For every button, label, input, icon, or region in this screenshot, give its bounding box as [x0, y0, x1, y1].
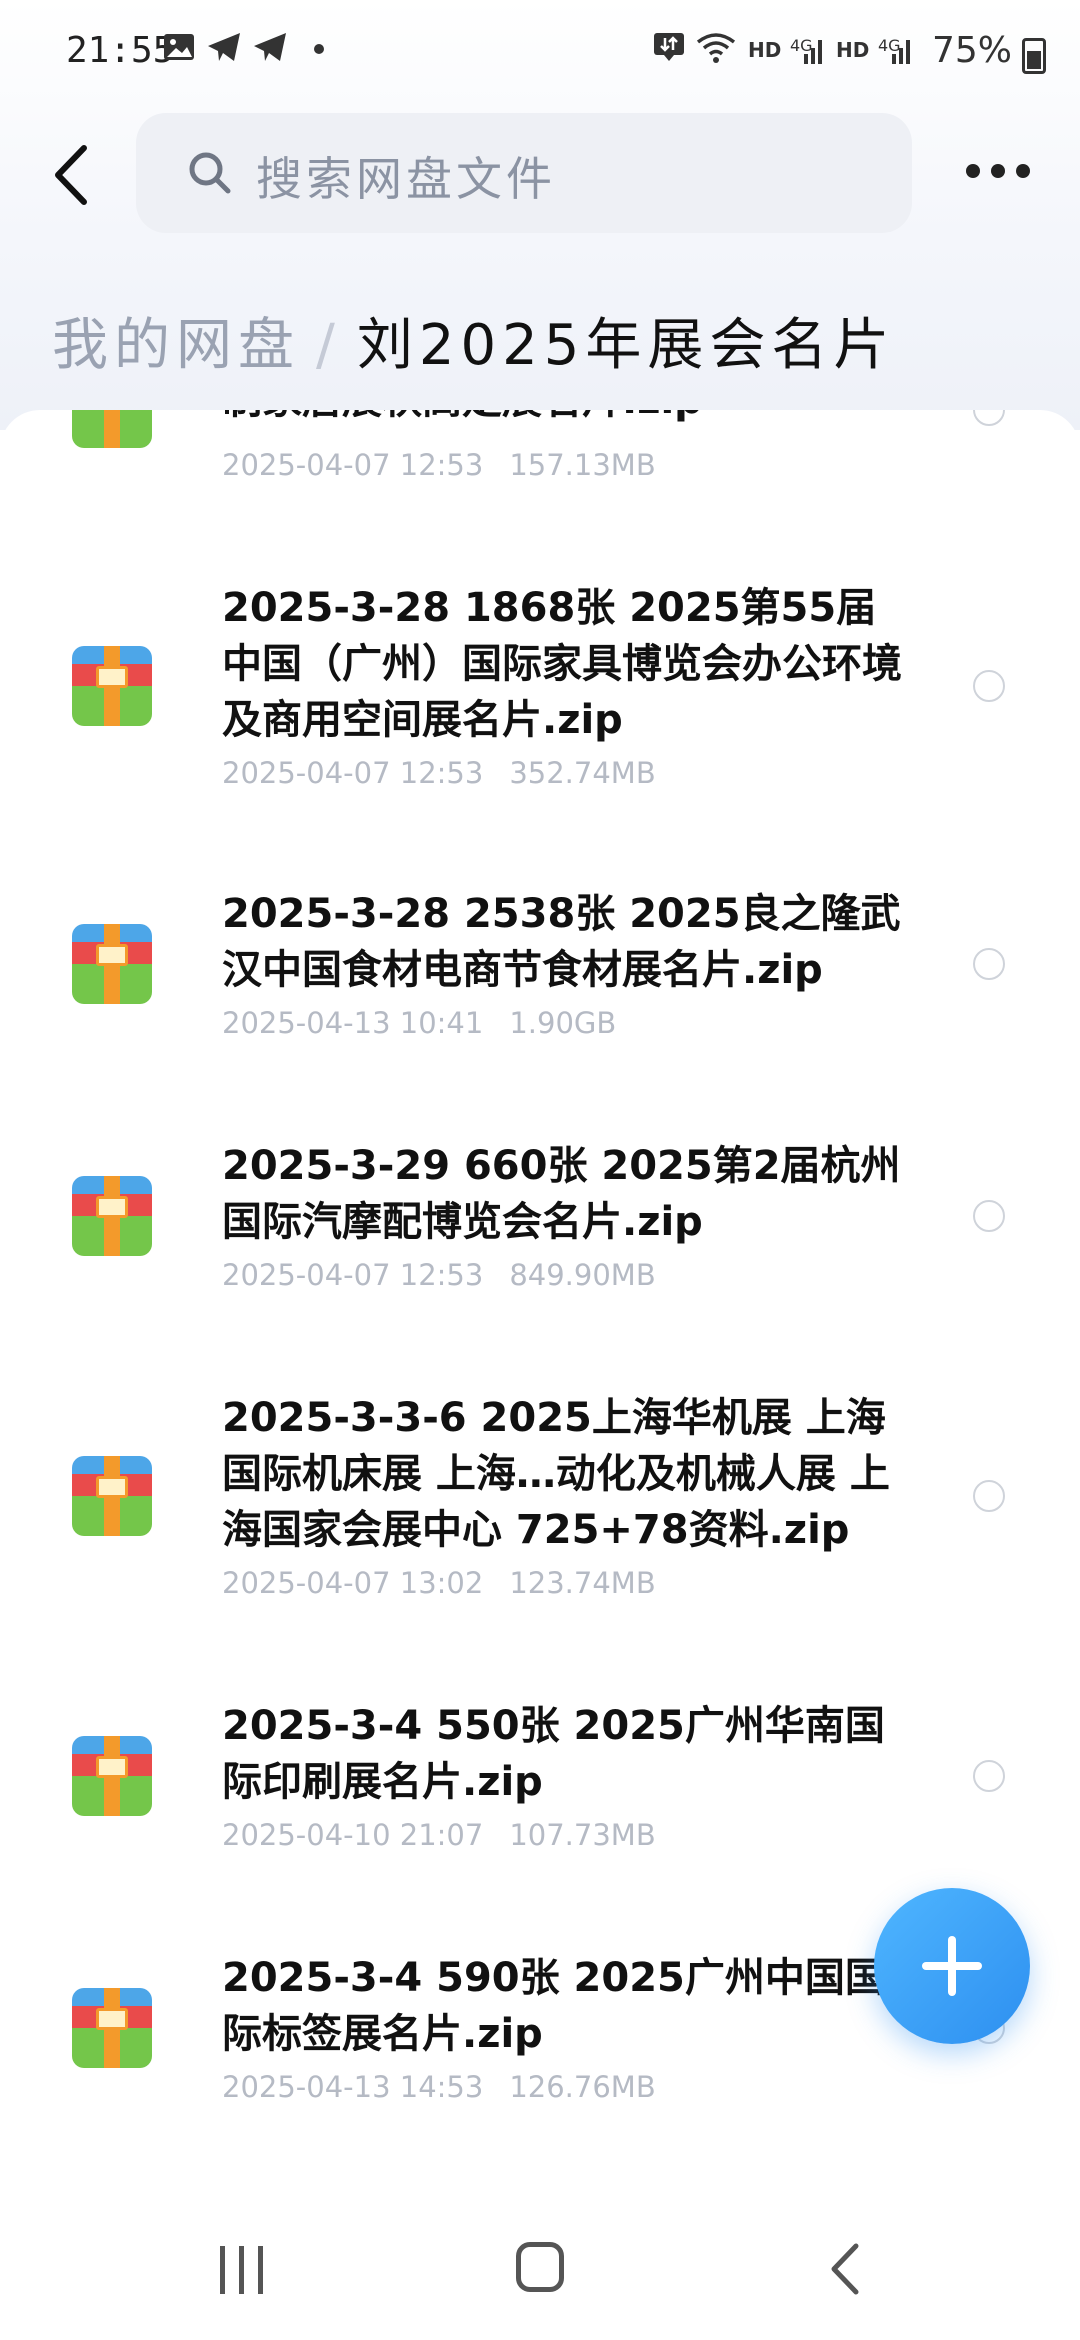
status-bar: 21:55 HD 4G HD 4G 75% [0, 0, 1080, 100]
data-transfer-icon [652, 30, 686, 70]
back-arrow-icon[interactable] [48, 140, 98, 210]
file-meta: 2025-04-07 12:53 157.13MB [222, 448, 656, 482]
file-name: 2025-3-4 550张 2025广州华南国际印刷展名片.zip [222, 1703, 885, 1805]
breadcrumb-separator: / [316, 313, 341, 378]
file-date: 2025-04-13 10:41 [222, 1006, 484, 1040]
system-navigation-bar [0, 2200, 1080, 2340]
network-label-hd: HD [748, 38, 782, 62]
signal-icon [792, 34, 826, 74]
file-meta: 2025-04-10 21:07 107.73MB [222, 1818, 656, 1852]
zip-archive-icon [72, 1988, 152, 2068]
file-size: 849.90MB [509, 1258, 656, 1292]
signal-icon-2 [880, 34, 914, 74]
zip-archive-icon [72, 646, 152, 726]
search-icon [186, 149, 234, 197]
select-radio[interactable] [973, 948, 1005, 980]
file-name: 制家居展秋高定展名片.zip [222, 410, 902, 428]
file-size: 107.73MB [509, 1818, 656, 1852]
battery-icon [1022, 38, 1046, 74]
file-date: 2025-04-07 12:53 [222, 756, 484, 790]
file-meta: 2025-04-07 12:53 352.74MB [222, 756, 656, 790]
breadcrumb-root[interactable]: 我的网盘 [52, 313, 300, 378]
file-meta: 2025-04-07 13:02 123.74MB [222, 1566, 656, 1600]
select-radio[interactable] [973, 1480, 1005, 1512]
network-label-hd-2: HD [836, 38, 870, 62]
file-name: 2025-3-29 660张 2025第2届杭州国际汽摩配博览会名片.zip [222, 1143, 901, 1245]
search-bar[interactable]: 搜索网盘文件 [136, 113, 912, 233]
file-size: 1.90GB [509, 1006, 617, 1040]
system-back-icon[interactable] [826, 2242, 866, 2296]
breadcrumb: 我的网盘 / 刘2025年展会名片 [52, 300, 895, 381]
select-radio[interactable] [973, 670, 1005, 702]
file-size: 157.13MB [509, 448, 656, 482]
wifi-icon [696, 30, 736, 70]
file-date: 2025-04-07 13:02 [222, 1566, 484, 1600]
file-name: 2025-3-28 2538张 2025良之隆武汉中国食材电商节食材展名片.zi… [222, 891, 901, 993]
file-name: 2025-3-3-6 2025上海华机展 上海国际机床展 上海…动化及机械人展 … [222, 1395, 890, 1553]
more-notifications-dot-icon [314, 44, 324, 54]
file-meta: 2025-04-13 14:53 126.76MB [222, 2070, 656, 2104]
status-time: 21:55 [66, 30, 175, 71]
upload-add-button[interactable] [874, 1888, 1030, 2044]
file-date: 2025-04-07 12:53 [222, 448, 484, 482]
select-radio[interactable] [973, 1760, 1005, 1792]
telegram-notification-icon-2 [252, 30, 288, 70]
file-date: 2025-04-07 12:53 [222, 1258, 484, 1292]
battery-percentage: 75% [931, 30, 1012, 71]
zip-archive-icon [72, 924, 152, 1004]
zip-archive-icon [72, 1176, 152, 1256]
file-name: 2025-3-28 1868张 2025第55届中国（广州）国际家具博览会办公环… [222, 585, 902, 743]
file-name: 2025-3-4 590张 2025广州中国国际标签展名片.zip [222, 1955, 885, 2057]
telegram-notification-icon [206, 30, 242, 70]
zip-archive-icon [72, 410, 152, 448]
file-size: 352.74MB [509, 756, 656, 790]
recent-apps-icon[interactable] [216, 2246, 268, 2294]
file-date: 2025-04-13 14:53 [222, 2070, 484, 2104]
select-radio[interactable] [973, 410, 1005, 426]
file-size: 123.74MB [509, 1566, 656, 1600]
file-meta: 2025-04-13 10:41 1.90GB [222, 1006, 616, 1040]
zip-archive-icon [72, 1736, 152, 1816]
file-meta: 2025-04-07 12:53 849.90MB [222, 1258, 656, 1292]
file-date: 2025-04-10 21:07 [222, 1818, 484, 1852]
search-placeholder: 搜索网盘文件 [256, 152, 556, 206]
select-radio[interactable] [973, 1200, 1005, 1232]
breadcrumb-current: 刘2025年展会名片 [356, 313, 896, 378]
file-size: 126.76MB [509, 2070, 656, 2104]
zip-archive-icon [72, 1456, 152, 1536]
more-options-icon[interactable] [962, 150, 1034, 190]
gallery-notification-icon [162, 30, 196, 70]
home-icon[interactable] [516, 2242, 564, 2292]
